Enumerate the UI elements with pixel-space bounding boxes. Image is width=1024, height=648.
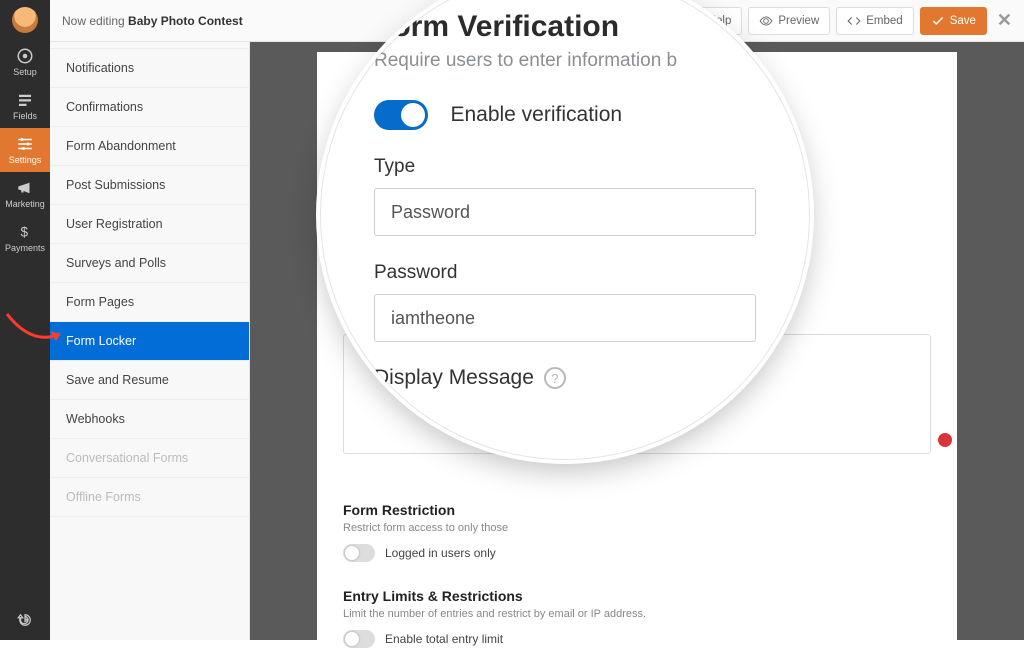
zoom-title: Form Verification [374,10,756,44]
sidebar-item-label: Confirmations [66,100,143,114]
sidebar-item-user-registration[interactable]: User Registration [50,205,249,244]
section-subtitle: Limit the number of entries and restrict… [343,608,931,620]
sidebar-item-label: Conversational Forms [66,451,188,465]
sidebar-item-label: Save and Resume [66,373,169,387]
help-icon[interactable]: ? [544,367,566,389]
close-button[interactable]: ✕ [997,10,1012,31]
preview-button[interactable]: Preview [748,7,830,35]
sidebar-item-form-pages[interactable]: Form Pages [50,283,249,322]
sidebar-item-label: Form Abandonment [66,139,176,153]
app-logo [0,0,50,40]
section-title: Form Restriction [343,502,931,518]
button-label: Embed [866,15,902,27]
sidebar-item-post-submissions[interactable]: Post Submissions [50,166,249,205]
enable-verification-toggle[interactable] [374,100,428,130]
sidebar-item-offline-forms[interactable]: Offline Forms [50,478,249,517]
toggle-label: Enable verification [450,103,622,126]
check-icon [931,14,945,28]
sidebar-item-form-locker[interactable]: Form Locker [50,322,249,361]
rail-marketing-label: Marketing [5,199,45,209]
settings-sidebar: General Notifications Confirmations Form… [50,0,250,640]
rail-settings-label: Settings [9,155,42,165]
sidebar-item-label: Webhooks [66,412,125,426]
sidebar-item-confirmations[interactable]: Confirmations [50,88,249,127]
error-badge-icon [938,433,952,447]
section-title: Entry Limits & Restrictions [343,588,931,604]
sidebar-item-label: Post Submissions [66,178,165,192]
embed-button[interactable]: Embed [836,7,913,35]
toggle-label: Logged in users only [385,546,496,560]
sidebar-item-label: Form Pages [66,295,134,309]
sidebar-item-save-resume[interactable]: Save and Resume [50,361,249,400]
sidebar-item-notifications[interactable]: Notifications [50,49,249,88]
icon-rail: Setup Fields Settings Marketing $ Paymen… [0,0,50,640]
type-label: Type [374,156,756,178]
entry-limit-toggle[interactable] [343,630,375,648]
rail-fields-label: Fields [13,111,37,121]
svg-text:$: $ [21,225,29,240]
editing-label: Now editing Baby Photo Contest [62,14,243,28]
save-button[interactable]: Save [920,7,987,35]
rail-fields[interactable]: Fields [0,84,50,128]
button-label: Preview [778,15,819,27]
rail-setup[interactable]: Setup [0,40,50,84]
sidebar-item-webhooks[interactable]: Webhooks [50,400,249,439]
button-label: Save [950,15,976,27]
password-label: Password [374,262,756,284]
type-select[interactable] [374,188,756,236]
code-icon [847,14,861,28]
eye-icon [759,14,773,28]
toggle-label: Enable total entry limit [385,632,503,646]
sidebar-item-label: Notifications [66,61,134,75]
section-subtitle: Restrict form access to only those [343,522,931,534]
display-message-label: Display Message [374,366,534,390]
rail-history[interactable] [0,602,50,640]
rail-payments-label: Payments [5,243,45,253]
rail-payments[interactable]: $ Payments [0,216,50,260]
sidebar-item-label: Form Locker [66,334,136,348]
rail-marketing[interactable]: Marketing [0,172,50,216]
logged-in-toggle[interactable] [343,544,375,562]
sidebar-item-surveys-polls[interactable]: Surveys and Polls [50,244,249,283]
sidebar-item-conversational-forms[interactable]: Conversational Forms [50,439,249,478]
sidebar-item-label: User Registration [66,217,163,231]
sidebar-item-label: Offline Forms [66,490,141,504]
rail-settings[interactable]: Settings [0,128,50,172]
password-input[interactable] [374,294,756,342]
sidebar-item-label: Surveys and Polls [66,256,166,270]
zoom-subtitle: Require users to enter information b [374,50,756,72]
rail-setup-label: Setup [13,67,37,77]
sidebar-item-form-abandonment[interactable]: Form Abandonment [50,127,249,166]
